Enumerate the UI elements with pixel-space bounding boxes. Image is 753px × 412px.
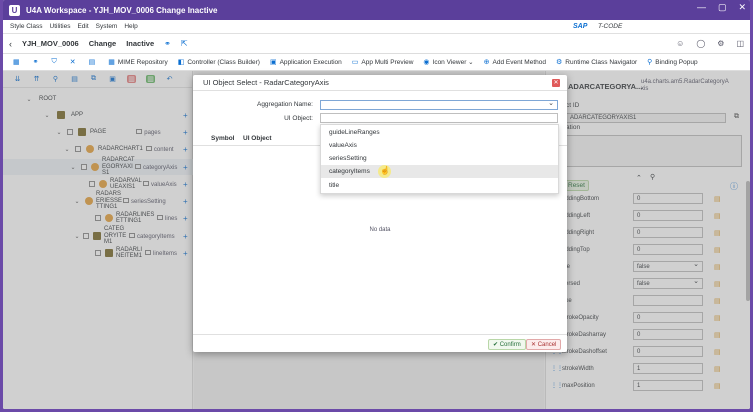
mode-label: Change: [88, 39, 117, 48]
app-execution-label: Application Execution: [279, 58, 342, 66]
title-bar: U U4A Workspace - YJH_MOV_0006 Change In…: [3, 0, 750, 20]
execution-icon: ▣: [269, 59, 277, 66]
column-ui-object: UI Object: [243, 135, 272, 142]
binding-popup-label: Binding Popup: [655, 58, 698, 66]
add-event-method-label: Add Event Method: [492, 58, 546, 66]
dialog-footer: ✔ Confirm ✕ Cancel: [193, 334, 567, 352]
icon-viewer-label: Icon Viewer ⌄: [432, 59, 474, 66]
no-data-text: No data: [369, 227, 391, 233]
ui-object-label: UI Object:: [284, 115, 313, 122]
dropdown-option[interactable]: seriesSetting: [321, 152, 558, 165]
multi-preview-label: App Multi Preview: [361, 58, 414, 66]
controller-label: Controller (Class Builder): [187, 58, 260, 66]
settings-icon[interactable]: ⚙: [717, 39, 724, 48]
dialog-title: UI Object Select - RadarCategoryAxis: [193, 75, 567, 91]
tools-icon: ✕: [69, 59, 76, 66]
preview-icon: ▭: [351, 59, 359, 66]
toolbar-save-button[interactable]: ▤: [89, 58, 99, 66]
column-symbol: Symbol: [211, 135, 235, 142]
menu-utilities[interactable]: Utilities: [50, 23, 71, 30]
minimize-button[interactable]: —: [697, 2, 706, 13]
main-toolbar: ▦ ⚭ ⛉ ✕ ▤ ▦ MIME Repository ◧ Controller (…: [3, 54, 750, 71]
icon-viewer-button[interactable]: ◉ Icon Viewer ⌄: [423, 58, 473, 66]
add-event-icon: ⊕: [483, 59, 490, 66]
tcode-label[interactable]: T-CODE: [598, 23, 622, 30]
menu-help[interactable]: Help: [124, 23, 137, 30]
ui-object-input[interactable]: [320, 113, 558, 123]
app-logo-icon: U: [9, 4, 20, 16]
restore-button[interactable]: ▢: [718, 2, 727, 13]
multi-preview-button[interactable]: ▭ App Multi Preview: [351, 58, 414, 67]
add-event-method-button[interactable]: ⊕ Add Event Method: [483, 58, 546, 67]
dropdown-option-highlighted[interactable]: categoryItems: [321, 165, 558, 178]
hand-cursor-icon: ☝: [380, 166, 390, 175]
controller-button[interactable]: ◧ Controller (Class Builder): [177, 58, 260, 67]
confirm-button[interactable]: ✔ Confirm: [488, 339, 526, 350]
toolbar-tools-button[interactable]: ✕: [70, 58, 79, 66]
aggregation-name-select[interactable]: ⌄: [320, 100, 558, 110]
toolbar-grid-button[interactable]: ▦: [13, 58, 23, 66]
grid-icon: ▦: [13, 59, 20, 66]
dropdown-option[interactable]: valueAxis: [321, 139, 558, 152]
dropdown-option[interactable]: guideLineRanges: [321, 126, 558, 139]
runtime-icon: ⚙: [555, 59, 563, 66]
runtime-class-navigator-label: Runtime Class Navigator: [565, 58, 638, 66]
save-icon: ▤: [88, 59, 96, 66]
close-icon[interactable]: ✕: [552, 79, 560, 87]
app-header: ‹ YJH_MOV_0006 Change Inactive ⚭ ⇱ ☺ ◯ ⚙…: [3, 34, 750, 54]
runtime-class-navigator-button[interactable]: ⚙ Runtime Class Navigator: [555, 58, 638, 67]
menu-bar: Style Class Utilities Edit System Help S…: [3, 20, 750, 34]
app-name: YJH_MOV_0006: [22, 39, 79, 48]
cancel-button[interactable]: ✕ Cancel: [526, 339, 562, 350]
export-icon[interactable]: ⇱: [181, 39, 188, 48]
chevron-down-icon[interactable]: ⌄: [548, 99, 554, 107]
icon-viewer-icon: ◉: [423, 59, 430, 66]
app-execution-button[interactable]: ▣ Application Execution: [269, 58, 342, 67]
user-icon[interactable]: ☺: [676, 39, 684, 48]
shield-icon: ⛉: [51, 58, 57, 65]
aggregation-dropdown-list: guideLineRanges valueAxis seriesSetting …: [320, 124, 559, 194]
link-icon: ⚭: [32, 59, 39, 66]
status-label: Inactive: [126, 39, 155, 48]
binding-popup-button[interactable]: ⚲ Binding Popup: [647, 58, 698, 67]
toolbar-shield-button[interactable]: ⛉: [52, 58, 60, 66]
menu-style-class[interactable]: Style Class: [10, 23, 43, 30]
menu-system[interactable]: System: [96, 23, 118, 30]
toolbar-link-button[interactable]: ⚭: [33, 58, 42, 66]
close-button[interactable]: ✕: [738, 2, 746, 13]
circle-icon[interactable]: ◯: [696, 39, 705, 48]
mime-repository-label: MIME Repository: [117, 58, 168, 66]
glasses-icon[interactable]: ⚭: [164, 39, 171, 48]
ui-object-select-dialog: UI Object Select - RadarCategoryAxis ✕ A…: [193, 75, 567, 352]
app-window: U U4A Workspace - YJH_MOV_0006 Change In…: [3, 0, 750, 409]
dropdown-option[interactable]: title: [321, 179, 558, 192]
window-title: U4A Workspace - YJH_MOV_0006 Change Inac…: [26, 5, 218, 15]
aggregation-name-label: Aggregation Name:: [256, 101, 313, 108]
mime-icon: ▦: [108, 59, 115, 66]
back-icon[interactable]: ‹: [9, 39, 12, 49]
controller-icon: ◧: [177, 59, 185, 66]
layout-icon[interactable]: ◫: [736, 39, 744, 48]
binding-icon: ⚲: [647, 59, 653, 66]
sap-logo: SAP: [573, 23, 588, 30]
menu-edit[interactable]: Edit: [77, 23, 88, 30]
mime-repository-button[interactable]: ▦ MIME Repository: [108, 58, 168, 67]
